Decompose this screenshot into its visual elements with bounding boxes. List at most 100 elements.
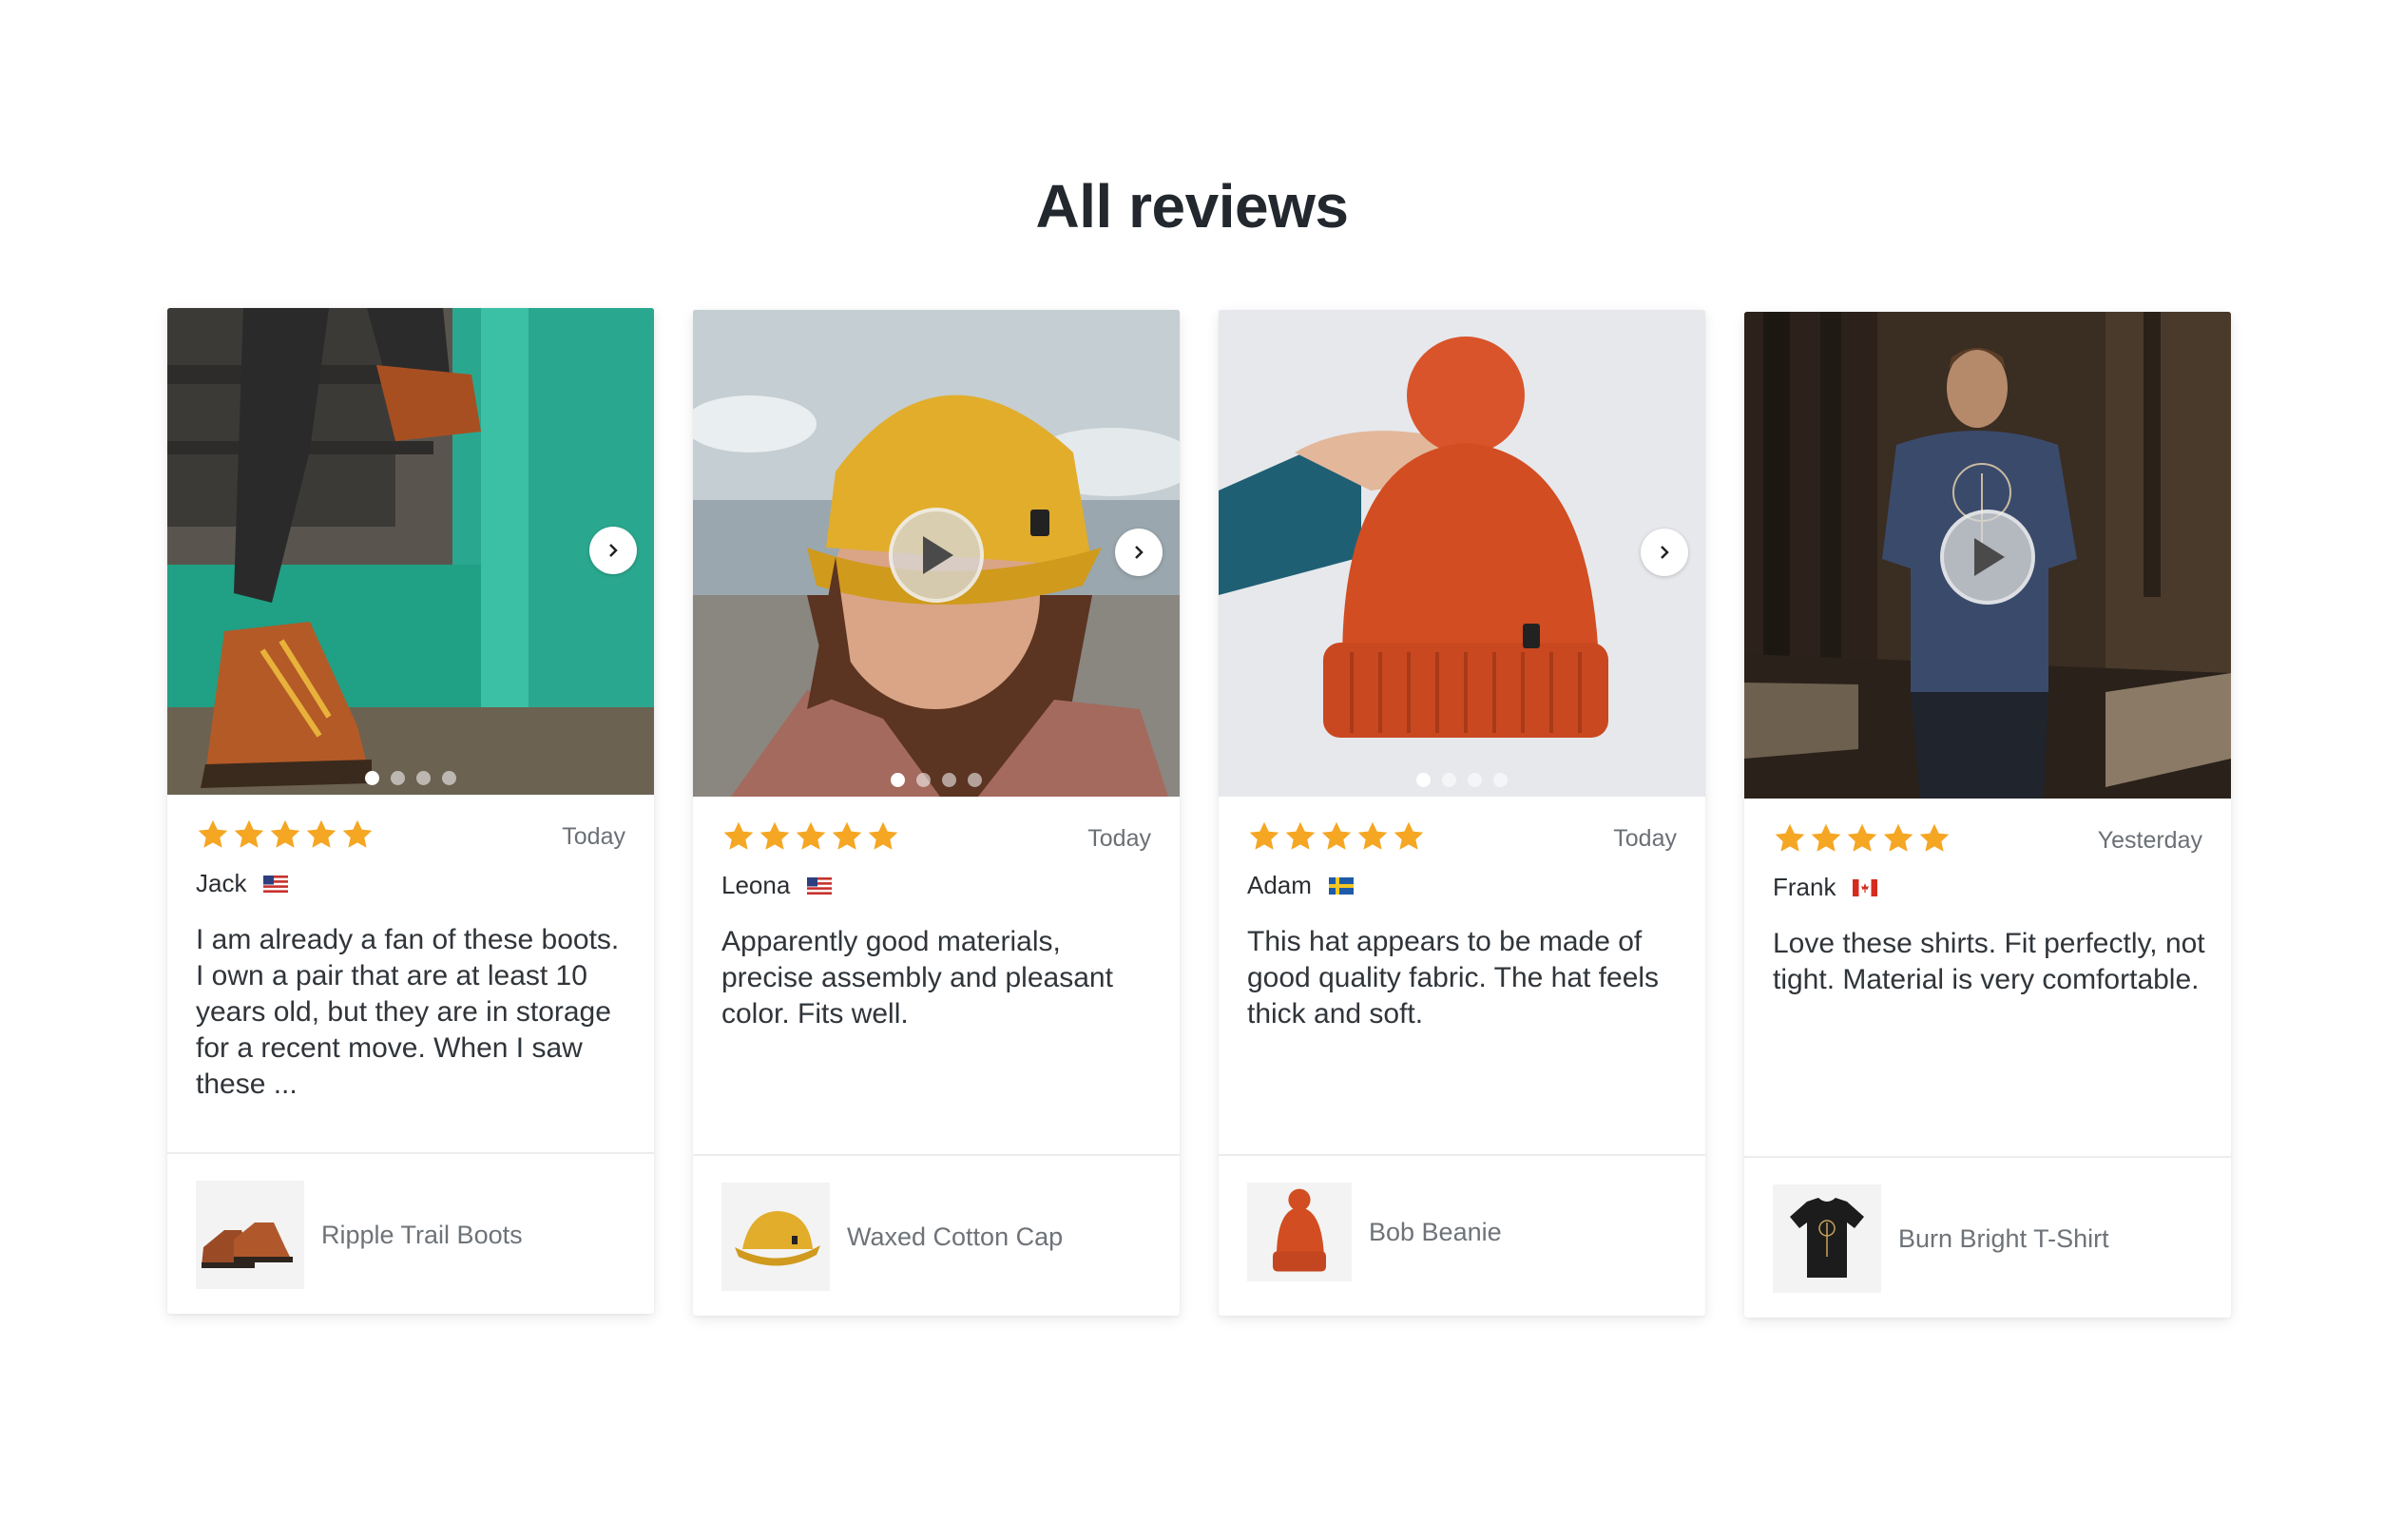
slide-dot[interactable] — [416, 771, 431, 785]
ca-flag-icon — [1853, 878, 1878, 896]
product-link[interactable]: Burn Bright T-Shirt — [1773, 1184, 2109, 1293]
star-rating — [1773, 821, 1951, 856]
slide-dot[interactable] — [891, 773, 905, 787]
slide-dot[interactable] — [1493, 773, 1508, 787]
product-thumbnail[interactable] — [1247, 1183, 1352, 1281]
star-rating — [721, 819, 900, 854]
star-icon — [832, 821, 862, 850]
star-rating — [196, 818, 375, 852]
slide-indicator — [1219, 773, 1705, 787]
divider — [167, 1152, 654, 1154]
product-name[interactable]: Bob Beanie — [1369, 1218, 1502, 1247]
product-thumbnail[interactable] — [721, 1183, 830, 1291]
reviewer-name: Adam — [1247, 871, 1312, 899]
slide-dot[interactable] — [968, 773, 982, 787]
review-card: Today Jack I am already a fan of these b… — [167, 308, 654, 1314]
review-card: Today Adam This hat appears to be made o… — [1219, 310, 1705, 1316]
beanie-product-image — [1247, 1183, 1352, 1281]
star-icon — [1919, 823, 1950, 852]
slide-indicator — [167, 771, 654, 785]
next-slide-button[interactable] — [1115, 529, 1163, 576]
product-name[interactable]: Waxed Cotton Cap — [847, 1222, 1063, 1252]
slide-dot[interactable] — [1442, 773, 1456, 787]
reviewer-name: Frank — [1773, 873, 1836, 901]
us-flag-icon — [263, 875, 289, 893]
product-link[interactable]: Ripple Trail Boots — [196, 1181, 523, 1289]
review-photo-boots — [167, 308, 654, 795]
star-icon — [198, 819, 228, 848]
star-icon — [1847, 823, 1877, 852]
us-flag-icon — [807, 876, 833, 895]
star-icon — [796, 821, 826, 850]
review-card: Today Leona Apparently good materials, p… — [693, 310, 1180, 1316]
divider — [1219, 1154, 1705, 1156]
play-icon — [1974, 538, 2005, 576]
slide-dot[interactable] — [442, 771, 456, 785]
review-date: Today — [1613, 825, 1677, 852]
review-media[interactable] — [1219, 310, 1705, 797]
slide-dot[interactable] — [1468, 773, 1482, 787]
next-slide-button[interactable] — [589, 527, 637, 574]
page-title: All reviews — [1035, 172, 1349, 241]
review-media[interactable] — [167, 308, 654, 795]
star-icon — [1394, 821, 1424, 850]
cap-product-image — [721, 1183, 830, 1291]
reviewer: Jack — [196, 869, 289, 898]
review-text: Love these shirts. Fit perfectly, not ti… — [1773, 928, 2205, 995]
reviewer: Frank — [1773, 873, 1878, 902]
chevron-right-icon — [1661, 546, 1669, 559]
star-icon — [723, 821, 754, 850]
divider — [1744, 1156, 2231, 1158]
product-link[interactable]: Waxed Cotton Cap — [721, 1183, 1063, 1291]
reviewer-name: Jack — [196, 869, 247, 897]
review-date: Today — [562, 823, 625, 850]
reviewer: Adam — [1247, 871, 1354, 900]
review-text: This hat appears to be made of good qual… — [1247, 926, 1660, 1030]
star-rating — [1247, 819, 1426, 854]
star-icon — [1883, 823, 1913, 852]
star-icon — [1357, 821, 1388, 850]
se-flag-icon — [1328, 876, 1354, 895]
star-icon — [868, 821, 898, 850]
play-icon — [923, 536, 953, 574]
chevron-right-icon — [1135, 546, 1144, 559]
reviewer-name: Leona — [721, 871, 791, 899]
product-link[interactable]: Bob Beanie — [1247, 1183, 1502, 1281]
product-thumbnail[interactable] — [1773, 1184, 1881, 1293]
slide-dot[interactable] — [365, 771, 379, 785]
star-icon — [270, 819, 300, 848]
star-icon — [759, 821, 790, 850]
review-date: Today — [1087, 825, 1151, 852]
slide-dot[interactable] — [942, 773, 956, 787]
review-media[interactable] — [693, 310, 1180, 797]
review-text: Apparently good materials, precise assem… — [721, 926, 1113, 1030]
review-media[interactable] — [1744, 312, 2231, 799]
slide-dot[interactable] — [1416, 773, 1431, 787]
star-icon — [342, 819, 373, 848]
slide-dot[interactable] — [391, 771, 405, 785]
chevron-right-icon — [609, 544, 618, 557]
review-date: Yesterday — [2097, 827, 2202, 854]
slide-indicator — [693, 773, 1180, 787]
review-photo-beanie — [1219, 310, 1705, 797]
play-video-button[interactable] — [1940, 510, 2035, 605]
next-slide-button[interactable] — [1641, 529, 1688, 576]
product-name[interactable]: Burn Bright T-Shirt — [1898, 1224, 2109, 1254]
boots-product-image — [196, 1181, 304, 1289]
star-icon — [1249, 821, 1279, 850]
divider — [693, 1154, 1180, 1156]
star-icon — [1775, 823, 1805, 852]
slide-dot[interactable] — [916, 773, 931, 787]
play-video-button[interactable] — [889, 508, 984, 603]
star-icon — [1285, 821, 1316, 850]
review-text: I am already a fan of these boots. I own… — [196, 924, 620, 1100]
tshirt-product-image — [1773, 1184, 1881, 1293]
star-icon — [306, 819, 336, 848]
star-icon — [234, 819, 264, 848]
product-thumbnail[interactable] — [196, 1181, 304, 1289]
product-name[interactable]: Ripple Trail Boots — [321, 1221, 523, 1250]
review-card: Yesterday Frank Love these shirts. Fit p… — [1744, 312, 2231, 1318]
reviewer: Leona — [721, 871, 833, 900]
star-icon — [1811, 823, 1841, 852]
star-icon — [1321, 821, 1352, 850]
